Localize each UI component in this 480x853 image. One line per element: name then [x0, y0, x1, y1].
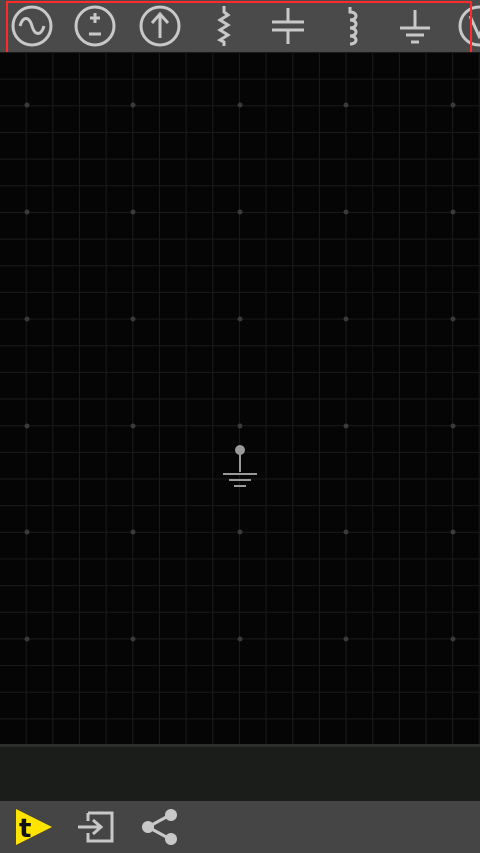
grid-dot: [24, 529, 30, 535]
grid-dot: [24, 636, 30, 642]
grid-dot: [24, 209, 30, 215]
dc-voltage-source-icon: [74, 5, 116, 47]
resistor-button[interactable]: [202, 4, 246, 48]
ground-component[interactable]: [220, 442, 260, 494]
grid-dot: [237, 102, 243, 108]
capacitor-button[interactable]: [266, 4, 310, 48]
ac-source-icon: [11, 5, 53, 47]
bottom-action-bar: t: [0, 801, 480, 853]
grid-dot: [130, 209, 136, 215]
import-export-button[interactable]: [74, 805, 118, 849]
dc-voltage-source-button[interactable]: [73, 4, 117, 48]
grid-dot: [237, 636, 243, 642]
inductor-icon: [348, 7, 358, 46]
svg-text:t: t: [19, 814, 31, 844]
voltmeter-button[interactable]: [457, 4, 480, 48]
share-button[interactable]: [138, 805, 182, 849]
circuit-canvas[interactable]: [0, 52, 480, 744]
current-source-icon: [139, 5, 181, 47]
grid-dot: [450, 423, 456, 429]
grid-dot: [24, 423, 30, 429]
current-source-button[interactable]: [138, 4, 182, 48]
grid-dot: [450, 209, 456, 215]
grid-dot: [343, 423, 349, 429]
grid-dot: [130, 316, 136, 322]
grid-dot: [237, 316, 243, 322]
grid-dot: [24, 316, 30, 322]
inductor-button[interactable]: [330, 4, 374, 48]
grid-dot: [450, 529, 456, 535]
share-icon: [142, 809, 177, 845]
grid-dot: [237, 209, 243, 215]
capacitor-icon: [272, 8, 304, 44]
grid-dot: [450, 102, 456, 108]
grid-dot: [343, 209, 349, 215]
grid-dot: [343, 102, 349, 108]
grid-dot: [130, 102, 136, 108]
grid-dot: [343, 316, 349, 322]
grid-dot: [130, 636, 136, 642]
import-icon: [78, 811, 114, 843]
ground-icon: [400, 10, 430, 44]
play-logo-icon: t: [16, 809, 52, 845]
grid-dot: [450, 636, 456, 642]
bottom-panel: [0, 744, 480, 801]
grid-dot: [343, 636, 349, 642]
voltmeter-icon: [458, 5, 480, 47]
resistor-icon: [216, 6, 231, 46]
component-toolbar: [0, 0, 480, 52]
grid-dot: [450, 316, 456, 322]
grid-dot: [237, 529, 243, 535]
ac-source-button[interactable]: [10, 4, 54, 48]
app-logo-button[interactable]: t: [10, 805, 54, 849]
grid-dot: [130, 529, 136, 535]
ground-button[interactable]: [393, 4, 437, 48]
grid-dot: [24, 102, 30, 108]
grid-dot: [343, 529, 349, 535]
grid-dot: [130, 423, 136, 429]
grid-dot: [237, 423, 243, 429]
